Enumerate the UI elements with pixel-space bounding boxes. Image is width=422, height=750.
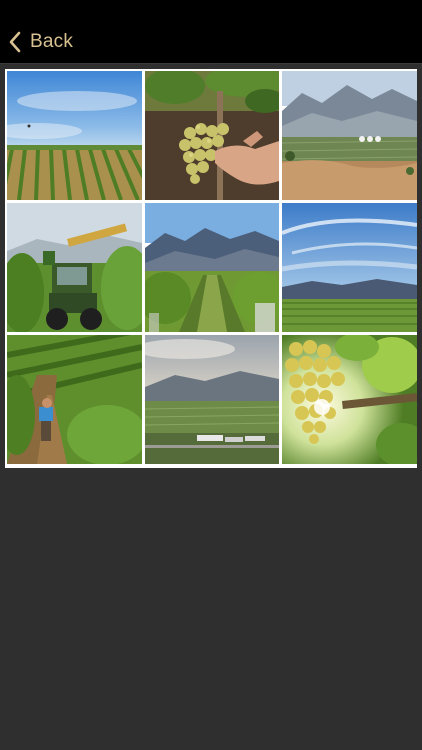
photo-vineyard-rows-sky[interactable] — [7, 71, 142, 200]
photo-worker-tending-vines[interactable] — [7, 335, 142, 464]
back-button[interactable]: Back — [8, 28, 73, 56]
back-label: Back — [30, 31, 74, 52]
photo-grape-cluster-hand[interactable] — [145, 71, 279, 200]
photo-backlit-grape-cluster[interactable] — [282, 335, 417, 464]
photo-tractor-harvester[interactable] — [7, 203, 142, 332]
photo-gallery-grid — [5, 69, 417, 468]
chevron-left-icon — [9, 31, 21, 53]
photo-vineyard-row-mountains[interactable] — [145, 203, 279, 332]
photo-valley-mountains[interactable] — [282, 71, 417, 200]
photo-misty-valley-buildings[interactable] — [145, 335, 279, 464]
photo-vineyard-wispy-clouds[interactable] — [282, 203, 417, 332]
navigation-bar: Back — [0, 0, 422, 64]
